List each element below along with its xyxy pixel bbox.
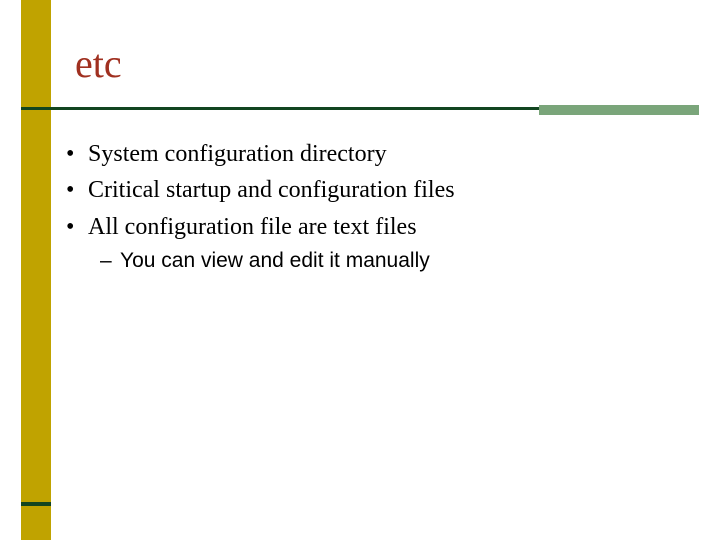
bullet-item: System configuration directory	[72, 138, 672, 170]
bullet-item: All configuration file are text files Yo…	[72, 211, 672, 276]
bullet-text: System configuration directory	[88, 141, 387, 167]
title-rule-accent	[539, 105, 699, 115]
bullet-text: Critical startup and configuration files	[88, 177, 455, 203]
bullet-list: System configuration directory Critical …	[72, 138, 672, 276]
bullet-text: All configuration file are text files	[88, 214, 417, 240]
sub-bullet-list: You can view and edit it manually	[100, 247, 672, 275]
sub-bullet-text: You can view and edit it manually	[120, 249, 430, 272]
bullet-item: Critical startup and configuration files	[72, 174, 672, 206]
content-area: System configuration directory Critical …	[72, 138, 672, 280]
side-accent-bar	[21, 0, 51, 540]
footer-tick	[21, 502, 51, 506]
slide: etc System configuration directory Criti…	[0, 0, 720, 540]
slide-title: etc	[75, 40, 122, 87]
title-rule	[21, 107, 699, 110]
sub-bullet-item: You can view and edit it manually	[100, 247, 672, 275]
